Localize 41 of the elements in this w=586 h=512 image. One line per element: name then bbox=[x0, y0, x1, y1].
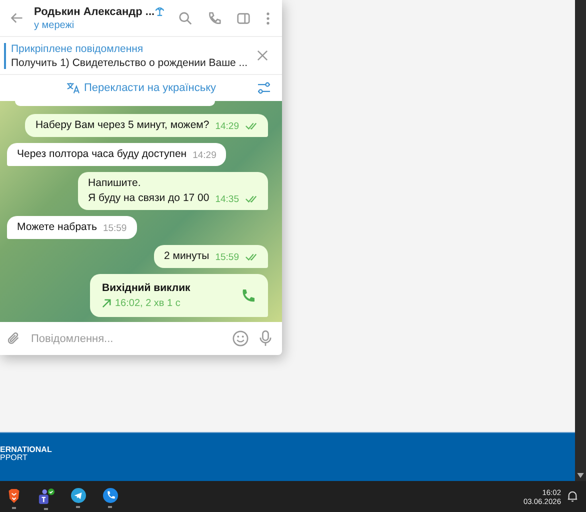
phone-icon[interactable] bbox=[240, 288, 256, 304]
pinned-text: Получить 1) Свидетельство о рождении Ваше ... bbox=[11, 56, 249, 68]
message-text: Я буду на связи до 17 00 bbox=[88, 192, 210, 205]
emoji-icon[interactable] bbox=[232, 330, 249, 347]
message-time: 14:35 bbox=[215, 194, 239, 205]
chat-name[interactable]: Родькин Александр ... bbox=[34, 6, 155, 18]
message-text: Можете набрать bbox=[17, 221, 97, 234]
call-detail: 16:02, 2 хв 1 с bbox=[115, 298, 180, 309]
banner-text: PPORT bbox=[0, 454, 28, 462]
phone-icon[interactable] bbox=[207, 10, 222, 26]
scroll-down-arrow-icon[interactable] bbox=[577, 473, 584, 478]
message-time: 14:29 bbox=[215, 121, 239, 132]
message-time: 15:59 bbox=[102, 223, 127, 234]
online-status: у мережі bbox=[34, 20, 76, 30]
team-badge-icon bbox=[38, 488, 54, 505]
pinned-title: Прикріплене повідомлення bbox=[11, 42, 144, 54]
search-icon[interactable] bbox=[178, 10, 193, 26]
message-input[interactable]: Повідомлення... bbox=[31, 330, 222, 346]
call-title: Вихідний виклик bbox=[102, 282, 190, 294]
message-text: Наберу Вам через 5 минут, можем? bbox=[35, 119, 210, 132]
microphone-icon[interactable] bbox=[259, 330, 272, 347]
settings-sliders-icon[interactable] bbox=[257, 82, 271, 94]
close-icon[interactable] bbox=[257, 50, 268, 61]
message-text: Напишите. bbox=[88, 177, 142, 190]
sidebar-toggle-icon[interactable] bbox=[236, 10, 251, 26]
call-bubble[interactable]: Вихідний виклик 16:02, 2 хв 1 с bbox=[90, 274, 268, 317]
attach-icon[interactable] bbox=[6, 331, 21, 346]
outgoing-arrow-icon bbox=[102, 299, 111, 308]
banner-text: ERNATIONAL bbox=[0, 446, 52, 454]
message-time: 15:59 bbox=[215, 252, 239, 263]
message-text: Через полтора часа буду доступен bbox=[17, 148, 187, 161]
message-time: 14:29 bbox=[192, 150, 216, 161]
phone-icon bbox=[102, 488, 118, 503]
message-text: 2 минуты bbox=[164, 250, 210, 263]
back-arrow-icon[interactable] bbox=[10, 11, 24, 25]
notification-bell-icon[interactable] bbox=[567, 491, 578, 502]
scrollbar[interactable] bbox=[575, 0, 586, 481]
more-menu-icon[interactable] bbox=[265, 10, 271, 26]
pinned-message-bar[interactable]: Прикріплене повідомлення Получить 1) Свидетельство о рождении Ваше ... bbox=[0, 37, 282, 75]
translate-icon bbox=[66, 82, 80, 94]
paper-plane-icon bbox=[70, 488, 86, 503]
